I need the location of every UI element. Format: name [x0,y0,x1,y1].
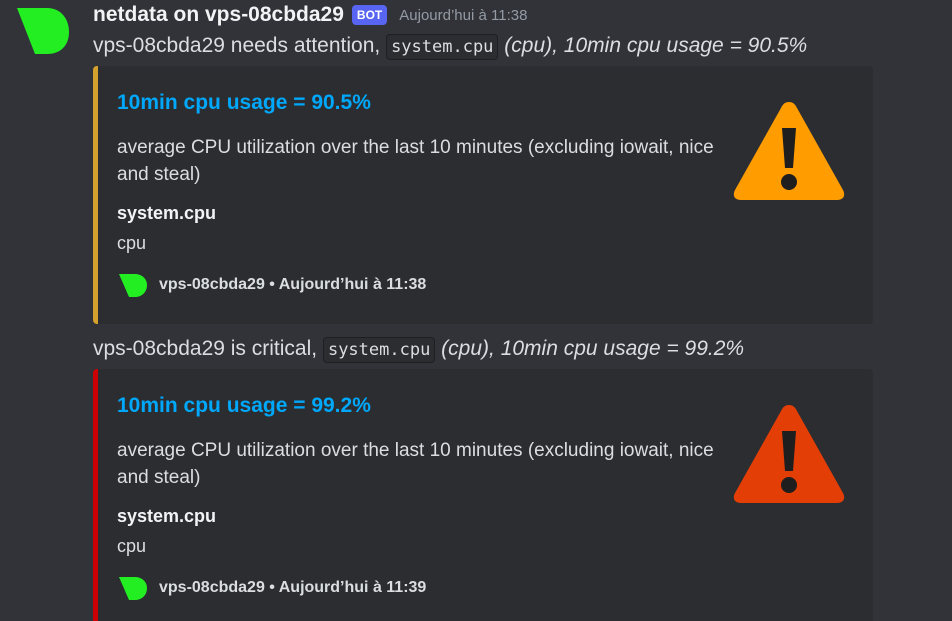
embed-title[interactable]: 10min cpu usage = 90.5% [117,91,371,115]
embed-warning: 10min cpu usage = 90.5% average CPU util… [93,66,873,324]
author-name[interactable]: netdata on vps-08cbda29 [93,3,344,27]
message-timestamp: Aujourd’hui à 11:38 [399,6,528,24]
content-prefix: vps-08cbda29 is critical, [93,337,318,360]
embed-description: average CPU utilization over the last 10… [117,440,714,488]
embed-footer: vps-08cbda29 • Aujourd’hui à 11:38 [117,272,426,298]
content-code: system.cpu [386,34,499,60]
embed-description: average CPU utilization over the last 10… [117,137,714,185]
message-content-warning: vps-08cbda29 needs attention, system.cpu… [93,32,807,61]
embed-footer: vps-08cbda29 • Aujourd’hui à 11:39 [117,575,426,601]
content-metric: 10min cpu usage = 90.5% [563,34,808,57]
message-content-critical: vps-08cbda29 is critical, system.cpu (cp… [93,335,744,364]
embed-field-value: cpu [117,536,147,556]
content-paren: (cpu), [441,337,495,360]
netdata-footer-icon [119,577,147,600]
content-metric: 10min cpu usage = 99.2% [500,337,745,360]
embed-severity-bar-warning [93,66,98,324]
embed-title[interactable]: 10min cpu usage = 99.2% [117,394,371,418]
embed-footer-text: vps-08cbda29 • Aujourd’hui à 11:39 [159,579,427,596]
netdata-avatar[interactable] [13,5,69,55]
embed-severity-bar-critical [93,369,98,621]
content-code: system.cpu [322,337,436,363]
embed-critical: 10min cpu usage = 99.2% average CPU util… [93,369,873,621]
message-header: netdata on vps-08cbda29 BOT Aujourd’hui … [93,2,527,28]
embed-field-value: cpu [117,233,147,253]
chat-message: netdata on vps-08cbda29 BOT Aujourd’hui … [0,0,952,621]
embed-field-name: system.cpu [117,203,217,223]
warning-triangle-icon [733,102,845,200]
embed-field-name: system.cpu [117,506,217,526]
content-prefix: vps-08cbda29 needs attention, [93,34,381,57]
bot-badge: BOT [351,5,388,25]
avatar-shape [17,8,69,54]
embed-footer-text: vps-08cbda29 • Aujourd’hui à 11:38 [159,276,427,293]
content-paren: (cpu), [504,34,558,57]
netdata-footer-icon [119,274,147,297]
critical-triangle-icon [733,405,845,503]
